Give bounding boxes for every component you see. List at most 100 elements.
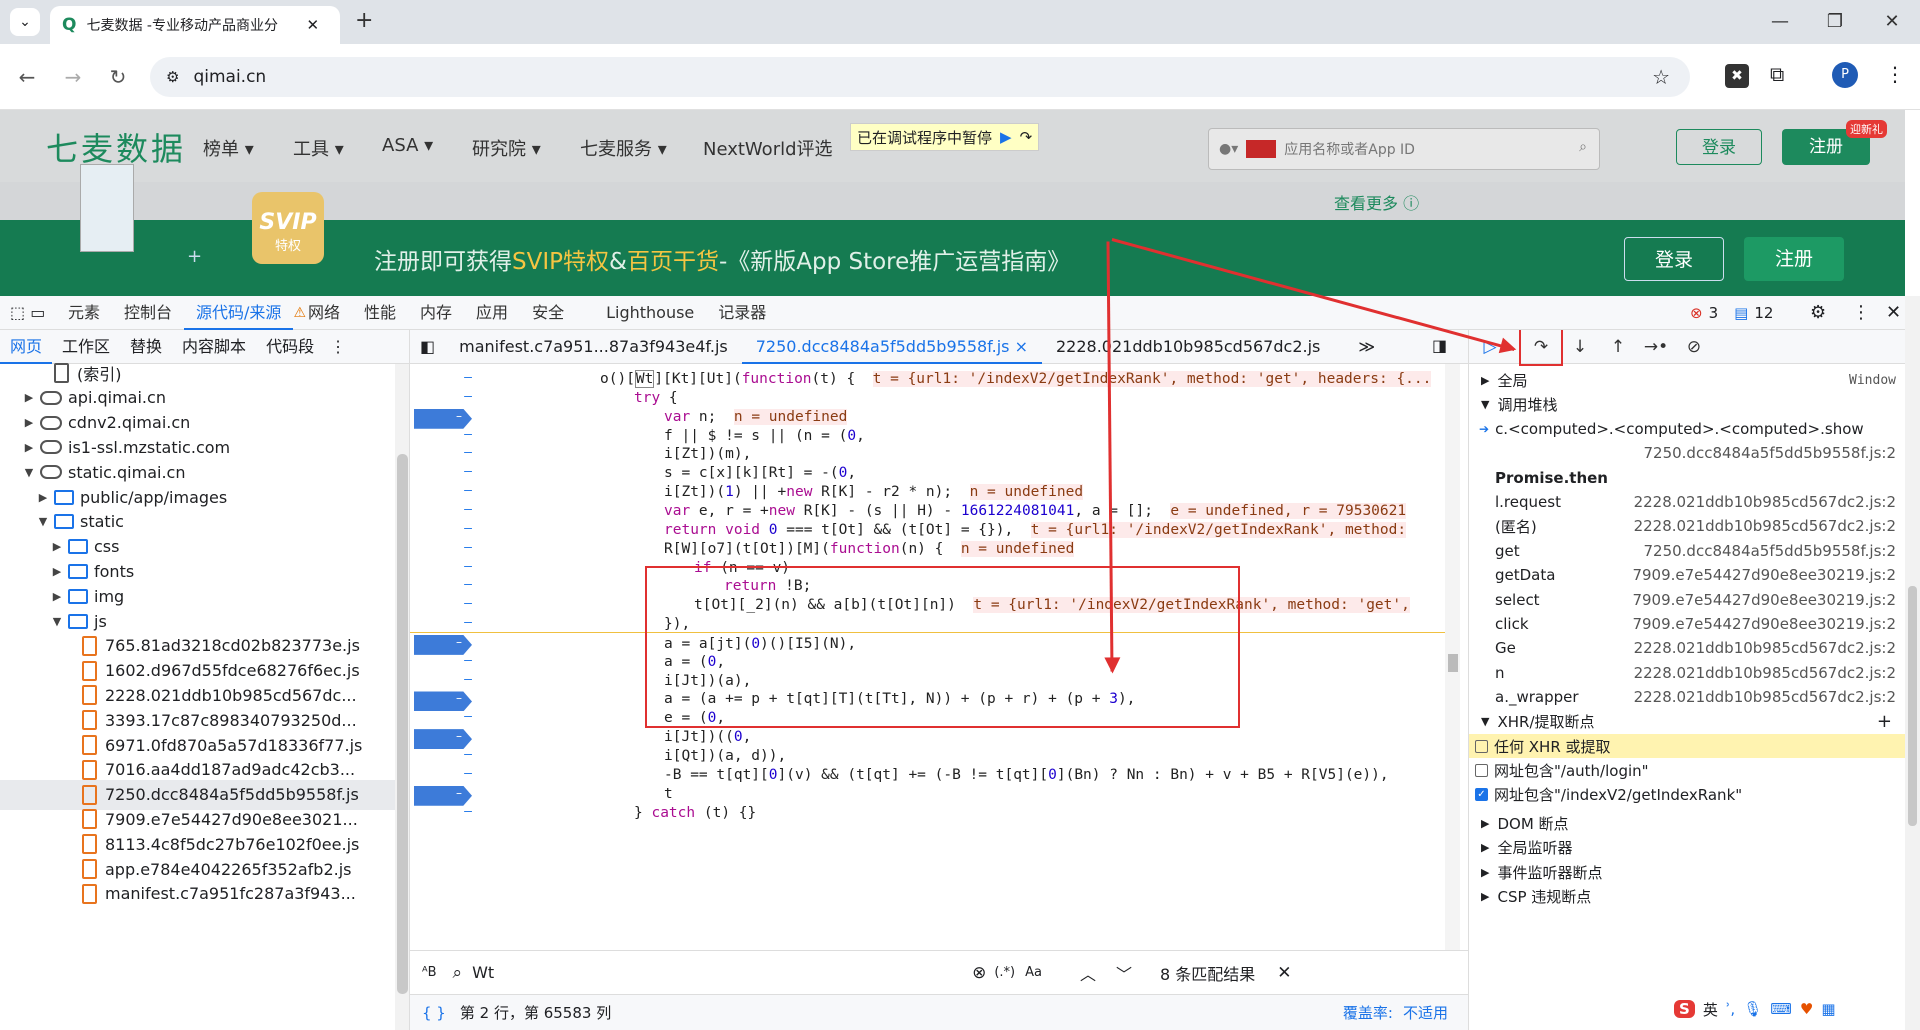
forward-icon[interactable]: → [58,62,88,92]
call-frame[interactable]: select 7909.e7e54427d90e8ee30219.js:2 [1469,588,1906,612]
close-devtools-icon[interactable]: ✕ [1886,302,1901,323]
expand-icon[interactable]: ▶ [22,391,36,404]
collapsed-section[interactable]: ▶ DOM 断点 [1469,811,1906,835]
browser-tab-active[interactable]: Q 七麦数据 -专业移动产品商业分 ✕ [50,6,340,44]
banner-register-button[interactable]: 注册 [1744,237,1844,281]
xhr-breakpoint-item[interactable]: ✓ 网址包含"/indexV2/getIndexRank" [1469,783,1906,807]
nav-tools[interactable]: 工具 ▾ [293,135,344,161]
site-search-box[interactable]: ●▾ 应用名称或者App ID ⌕ [1208,128,1600,170]
nav-research[interactable]: 研究院 ▾ [472,135,541,161]
inspect-element-icon[interactable]: ⬚ ▭ [0,303,56,322]
maximize-button[interactable]: ❐ [1815,8,1855,36]
tab-application[interactable]: 应用 [464,296,520,330]
expand-icon[interactable]: ▶ [22,441,36,454]
resume-icon[interactable]: ▶ [1000,128,1012,146]
call-frame[interactable]: Ge 2228.021ddb10b985cd567dc2.js:2 [1469,636,1906,660]
tree-item[interactable]: manifest.c7a951fc287a3f943... [0,879,395,909]
step-into-button[interactable]: ↓ [1569,336,1591,358]
code-line[interactable]: } catch (t) {} [410,802,1445,825]
call-frame-current[interactable]: ➔ c.<computed>.<computed>.<computed>.show [1469,417,1906,441]
clear-search-icon[interactable]: ⊗ [972,963,986,983]
xhr-breakpoint-item[interactable]: 任何 XHR 或提取 [1469,734,1906,758]
tab-network[interactable]: 网络 [306,296,352,330]
devtools-more-icon[interactable]: ⋮ [1852,302,1870,323]
toggle-debugger-icon[interactable]: ◨ [1432,336,1447,355]
ime-punct-icon[interactable]: ʾ, [1726,1000,1735,1018]
new-tab-button[interactable]: + [355,8,373,33]
step-over-icon[interactable]: ↷ [1020,128,1033,146]
expand-open-icon[interactable]: ▼ [36,515,50,528]
replace-toggle-icon[interactable]: ᴬB [422,965,437,980]
ime-tools-icon[interactable]: ▦ [1821,1000,1835,1018]
expand-open-icon[interactable]: ▼ [50,615,64,628]
expand-icon[interactable]: ▶ [50,590,64,603]
search-icon[interactable]: ⌕ [1579,139,1587,155]
search-prev-icon[interactable]: ︿ [1080,961,1096,985]
scope-global[interactable]: ▶ 全局 Window [1469,368,1906,392]
sogou-ime-icon[interactable]: S [1674,1000,1695,1018]
site-login-button[interactable]: 登录 [1676,129,1762,165]
extension-icon[interactable]: ✖ [1725,64,1749,88]
devtools-right-scrollbar[interactable] [1905,296,1920,1030]
address-bar[interactable]: ⚙ qimai.cn ☆ [150,57,1690,97]
china-flag-icon[interactable] [1246,140,1277,158]
ime-skin-icon[interactable]: ♥ [1800,1000,1813,1018]
close-window-button[interactable]: ✕ [1872,8,1912,36]
toggle-navigator-icon[interactable]: ◧ [410,337,445,356]
see-more-link[interactable]: 查看更多 ⓘ [1334,190,1419,214]
more-tabs-icon[interactable]: ≫ [1344,330,1389,364]
tab-elements[interactable]: 元素 [56,296,112,330]
apple-icon[interactable]: ●▾ [1219,141,1238,157]
tab-sources[interactable]: 源代码/来源 [184,296,294,330]
ime-lang[interactable]: 英 [1703,999,1718,1020]
step-button[interactable]: →• [1641,336,1671,358]
banner-login-button[interactable]: 登录 [1624,237,1724,281]
ime-toolbar[interactable]: S 英 ʾ, 🎙 ⌨ ♥ ▦ [1670,994,1840,1024]
ime-mic-icon[interactable]: 🎙 [1743,1000,1762,1018]
nav-asa[interactable]: ASA ▾ [382,135,433,156]
coverage-value[interactable]: 不适用 [1403,1002,1448,1023]
xhr-breakpoint-item[interactable]: 网址包含"/auth/login" [1469,758,1906,782]
bookmark-star-icon[interactable]: ☆ [1652,65,1670,89]
profile-avatar[interactable]: P [1832,62,1858,88]
tab-search-button[interactable]: ⌄ [10,8,40,36]
nav-bangdan[interactable]: 榜单 ▾ [203,135,254,161]
call-frame[interactable]: n 2228.021ddb10b985cd567dc2.js:2 [1469,661,1906,685]
expand-icon[interactable]: ▶ [22,416,36,429]
call-frame[interactable]: l.request 2228.021ddb10b985cd567dc2.js:2 [1469,490,1906,514]
tab-security[interactable]: 安全 [520,296,576,330]
expand-open-icon[interactable]: ▼ [22,466,36,479]
tab-lighthouse[interactable]: Lighthouse [576,296,706,330]
expand-icon[interactable]: ▶ [50,540,64,553]
settings-gear-icon[interactable]: ⚙ [1810,302,1826,323]
pretty-print-icon[interactable]: { } [422,1004,446,1022]
expand-icon[interactable]: ▶ [36,491,50,504]
minimize-button[interactable]: — [1760,8,1800,36]
tab-performance[interactable]: 性能 [352,296,408,330]
step-over-button[interactable]: ↷ [1519,330,1563,366]
call-frame[interactable]: a._wrapper 2228.021ddb10b985cd567dc2.js:2 [1469,685,1906,709]
reload-icon[interactable]: ↻ [103,62,133,92]
back-icon[interactable]: ← [12,62,42,92]
collapsed-section[interactable]: ▶ 全局监听器 [1469,836,1906,860]
step-out-button[interactable]: ↑ [1607,336,1629,358]
tab-console[interactable]: 控制台 [112,296,184,330]
nav-nextworld[interactable]: NextWorld评选 [703,135,833,161]
call-frame[interactable]: click 7909.e7e54427d90e8ee30219.js:2 [1469,612,1906,636]
ime-keyboard-icon[interactable]: ⌨ [1770,1000,1792,1018]
collapsed-section[interactable]: ▶ 事件监听器断点 [1469,860,1906,884]
call-frame[interactable]: get 7250.dcc8484a5f5dd5b9558f.js:2 [1469,539,1906,563]
regex-toggle[interactable]: (.*) [994,965,1015,980]
call-frame[interactable]: getData 7909.e7e54427d90e8ee30219.js:2 [1469,563,1906,587]
deactivate-breakpoints-button[interactable]: ⊘ [1683,336,1705,358]
navigator-scrollbar[interactable] [395,364,409,1030]
call-stack-header[interactable]: ▼ 调用堆栈 [1469,392,1906,416]
editor-tab-2228[interactable]: 2228.021ddb10b985cd567dc2.js [1042,330,1334,364]
editor-vscrollbar[interactable] [1445,364,1460,984]
browser-menu-icon[interactable]: ⋮ [1885,62,1905,86]
navigator-more-icon[interactable]: ⋮ [330,337,346,356]
devtools-counters[interactable]: ⊗ 3 ▤ 12 [1690,304,1773,322]
editor-search-input[interactable]: Wt [472,963,972,982]
editor-tab-7250[interactable]: 7250.dcc8484a5f5dd5b9558f.js × [741,330,1042,364]
call-frame[interactable]: (匿名) 2228.021ddb10b985cd567dc2.js:2 [1469,514,1906,538]
